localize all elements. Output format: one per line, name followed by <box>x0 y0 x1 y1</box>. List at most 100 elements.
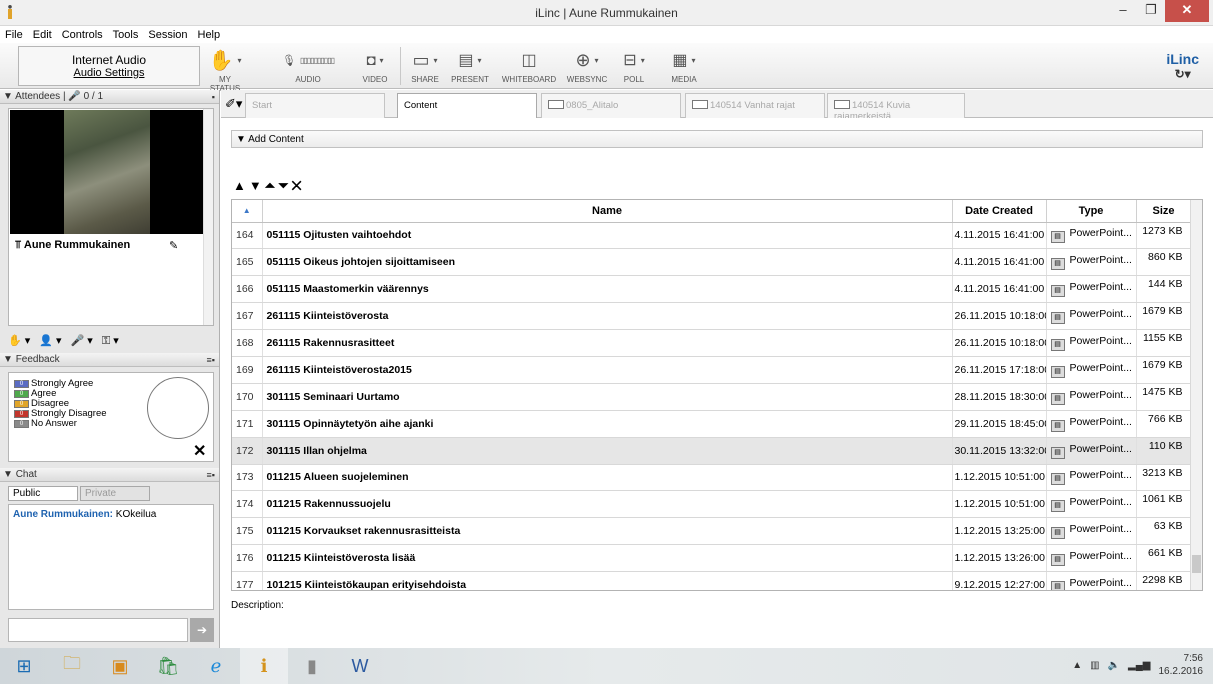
whiteboard-button[interactable]: ◫ WHITEBOARD <box>496 45 562 84</box>
clear-feedback-icon[interactable]: ✕ <box>193 441 206 461</box>
powerpoint-icon: ▤ <box>1050 527 1065 540</box>
feedback-no-answer[interactable]: 0 No Answer <box>14 418 77 429</box>
video-button[interactable]: ◘ ▾ VIDEO <box>355 45 395 85</box>
permissions-icon[interactable]: ⚿▾ <box>102 335 122 347</box>
hand-tool-icon[interactable]: ✋▾ <box>8 335 33 347</box>
internet-audio-box[interactable]: Internet Audio Audio Settings <box>18 46 200 86</box>
user-tool-icon[interactable]: 👤▾ <box>39 335 64 347</box>
table-row[interactable]: 172 301115 Illan ohjelma 30.11.2015 13:32:… <box>232 437 1192 465</box>
row-type: ▤ PowerPoint... <box>1046 383 1137 411</box>
move-top-icon[interactable]: ⏶ <box>265 178 278 193</box>
table-row[interactable]: 167 261115 Kiinteistöverosta 26.11.2015 10… <box>232 302 1192 331</box>
panel-menu-icon[interactable]: ≡▪ <box>207 353 215 367</box>
annotation-tool-icon[interactable]: ✐▾ <box>225 96 242 112</box>
table-row[interactable]: 176 011215 Kiinteistöverosta lisää 1.12.20… <box>232 544 1192 573</box>
volume-icon[interactable]: 🔈 <box>1108 660 1120 671</box>
row-date: 29.11.2015 18:45:00 <box>952 410 1047 438</box>
menu-tools[interactable]: Tools <box>108 29 144 41</box>
table-row[interactable]: 164 051115 Ojitusten vaihtoehdot 4.11.2015… <box>232 222 1192 250</box>
table-row[interactable]: 177 101215 Kiinteistökaupan erityisehdois… <box>232 571 1192 590</box>
signal-icon[interactable]: ▂▄▆ <box>1128 660 1150 671</box>
table-row[interactable]: 174 011215 Rakennussuojelu 1.12.2015 10:51… <box>232 490 1192 519</box>
tab-public[interactable]: Public <box>8 486 78 501</box>
row-number: 177 <box>232 571 263 590</box>
tab-content[interactable]: Content <box>397 93 537 119</box>
close-button[interactable]: ✕ <box>1165 0 1209 22</box>
table-row[interactable]: 165 051115 Oikeus johtojen sijoittamiseen… <box>232 248 1192 277</box>
row-number: 176 <box>232 544 263 573</box>
app-icon[interactable]: ▣ <box>96 648 144 684</box>
mic-muted-icon[interactable]: ✎ <box>169 239 178 252</box>
chat-input[interactable] <box>8 618 188 642</box>
column-size[interactable]: Size <box>1136 200 1192 223</box>
maximize-button[interactable]: ❐ <box>1137 0 1165 22</box>
row-type: ▤ PowerPoint... <box>1046 222 1137 250</box>
scrollbar-thumb[interactable] <box>1192 555 1201 573</box>
tab-start[interactable]: Start <box>245 93 385 118</box>
tab-alitalo[interactable]: 0805_Alitalo <box>541 93 681 118</box>
network-icon[interactable]: ▥ <box>1090 660 1099 671</box>
file-explorer-icon[interactable]: 🗀 <box>48 648 96 684</box>
table-row[interactable]: 166 051115 Maastomerkin väärennys 4.11.201… <box>232 275 1192 304</box>
my-status-button[interactable]: ✋ ▾ MY STATUS <box>203 45 247 94</box>
tab-vanhat-rajat[interactable]: 140514 Vanhat rajat <box>685 93 825 118</box>
column-name[interactable]: Name <box>262 200 953 223</box>
store-icon[interactable]: 🛍 <box>144 648 192 684</box>
audio-button[interactable]: 🎙 ▯▯▯▯▯▯▯▯▯▯ AUDIO <box>258 45 358 85</box>
powerpoint-icon: ▤ <box>1050 392 1065 405</box>
column-date[interactable]: Date Created <box>952 200 1047 223</box>
row-size: 1273 KB <box>1136 222 1192 250</box>
table-scrollbar[interactable] <box>1190 200 1202 590</box>
menu-file[interactable]: File <box>0 29 28 41</box>
table-row[interactable]: 175 011215 Korvaukset rakennusrasitteista… <box>232 517 1192 546</box>
move-up-icon[interactable]: ▲ <box>233 178 249 193</box>
websync-button[interactable]: ⊕ ▾ WEBSYNC <box>562 45 612 85</box>
share-button[interactable]: ▭ ▾ SHARE <box>405 45 445 85</box>
add-content-bar[interactable]: ▼ Add Content <box>231 130 1203 148</box>
file-icon[interactable]: ▮ <box>288 648 336 684</box>
row-date: 1.12.2015 10:51:00 <box>952 464 1047 492</box>
panel-menu-icon[interactable]: ≡▪ <box>207 468 215 482</box>
windows-start-icon[interactable]: ⊞ <box>0 648 48 684</box>
menu-help[interactable]: Help <box>193 29 226 41</box>
tab-kuvia-rajamerkeista[interactable]: 140514 Kuvia rajamerkeistä <box>827 93 965 122</box>
word-icon[interactable]: W <box>336 648 384 684</box>
menu-controls[interactable]: Controls <box>57 29 108 41</box>
row-date: 26.11.2015 10:18:00 <box>952 329 1047 357</box>
audio-settings-link[interactable]: Audio Settings <box>19 67 199 79</box>
tab-private[interactable]: Private <box>80 486 150 501</box>
row-name: 011215 Kiinteistöverosta lisää <box>262 544 953 573</box>
attendees-scrollbar[interactable] <box>203 109 213 325</box>
move-down-icon[interactable]: ▼ <box>249 178 265 193</box>
panel-menu-icon[interactable]: ▪ <box>212 90 215 104</box>
chat-header[interactable]: ▼ Chat ≡▪ <box>0 468 219 482</box>
feedback-header[interactable]: ▼ Feedback ≡▪ <box>0 353 219 367</box>
sort-indicator[interactable]: ▲ <box>232 200 263 223</box>
menu-session[interactable]: Session <box>143 29 192 41</box>
table-row[interactable]: 173 011215 Alueen suojeleminen 1.12.2015 1… <box>232 464 1192 492</box>
settings-menu-icon[interactable]: ↻▾ <box>1166 67 1199 81</box>
column-type[interactable]: Type <box>1046 200 1137 223</box>
poll-button[interactable]: ⊟ ▾ POLL <box>614 45 654 84</box>
attendees-header[interactable]: ▼ Attendees | 🎤 0 / 1 ▪ <box>0 90 219 104</box>
move-bottom-icon[interactable]: ⏷ <box>278 178 291 193</box>
tray-arrow-icon[interactable]: ▲ <box>1072 660 1082 671</box>
table-row[interactable]: 169 261115 Kiinteistöverosta2015 26.11.201… <box>232 356 1192 384</box>
minimize-button[interactable]: – <box>1109 0 1137 22</box>
table-row[interactable]: 168 261115 Rakennusrasitteet 26.11.2015 10… <box>232 329 1192 357</box>
table-row[interactable]: 170 301115 Seminaari Uurtamo 28.11.2015 18… <box>232 383 1192 411</box>
media-button[interactable]: ▦ ▾ MEDIA <box>662 45 706 84</box>
table-row[interactable]: 171 301115 Opinnäytetyön aihe ajanki 29.11… <box>232 410 1192 438</box>
mic-tool-icon[interactable]: 🎤▾ <box>71 335 96 347</box>
present-button[interactable]: ▤ ▾ PRESENT <box>448 45 492 84</box>
row-name: 051115 Maastomerkin väärennys <box>262 275 953 304</box>
send-arrow-icon[interactable]: ➔ <box>190 618 214 642</box>
delete-icon[interactable]: ✕ <box>292 178 305 193</box>
internet-explorer-icon[interactable]: ℯ <box>192 648 240 684</box>
menu-edit[interactable]: Edit <box>28 29 57 41</box>
clock[interactable]: 7:56 16.2.2016 <box>1159 652 1204 678</box>
audio-label: AUDIO <box>295 75 321 84</box>
ilinc-taskbar-icon[interactable]: ℹ <box>240 648 288 684</box>
presentation-icon <box>548 100 564 109</box>
attendee-name[interactable]: ⫪ Aune Rummukainen <box>15 239 130 252</box>
